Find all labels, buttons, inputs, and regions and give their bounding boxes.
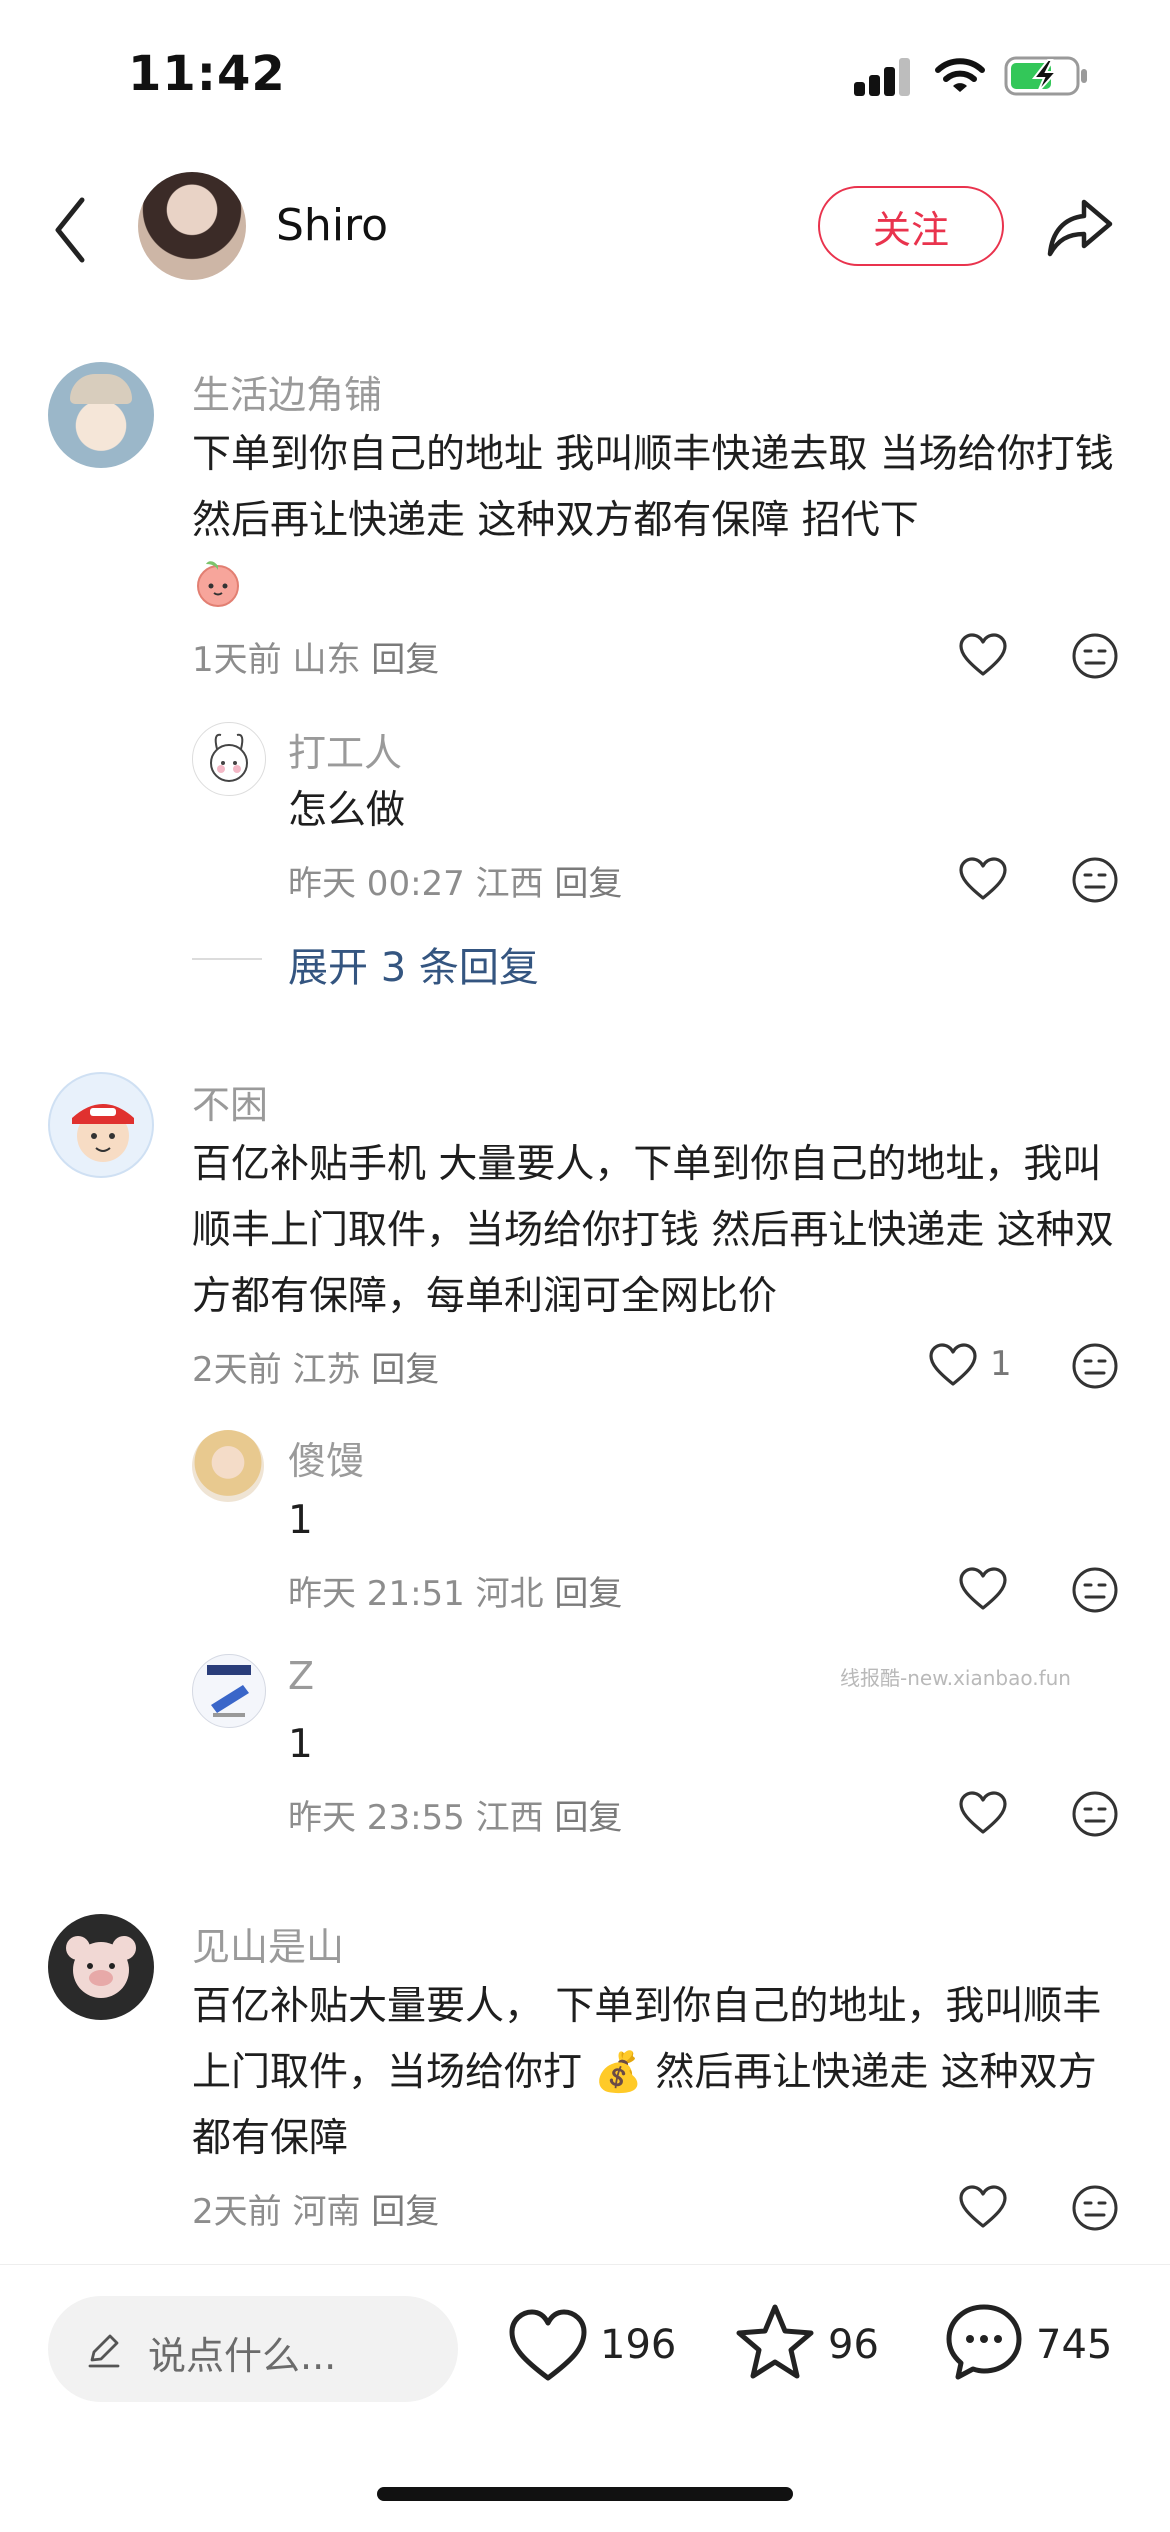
reply-avatar[interactable] — [192, 1430, 264, 1502]
comment-time: 2天前 — [192, 2192, 282, 2232]
meh-face-icon[interactable] — [1071, 856, 1119, 904]
reply-meta: 昨天 00:27 江西 回复 — [288, 856, 622, 905]
heart-icon[interactable] — [958, 2184, 1008, 2230]
meh-face-icon[interactable] — [1071, 632, 1119, 680]
signal-icon — [854, 58, 912, 96]
commenter-avatar[interactable] — [48, 1072, 154, 1178]
reply-button[interactable]: 回复 — [554, 1574, 622, 1614]
comment-time: 1天前 — [192, 640, 282, 680]
reply-avatar[interactable] — [192, 722, 266, 796]
reply-time: 昨天 23:55 — [288, 1798, 465, 1838]
post-star-count: 96 — [828, 2322, 879, 2368]
star-icon[interactable] — [734, 2302, 816, 2382]
post-comment-count: 745 — [1036, 2322, 1113, 2368]
comment-text[interactable]: 百亿补贴大量要人， 下单到你自己的地址，我叫顺丰上门取件，当场给你打 💰 然后再… — [192, 1974, 1122, 2172]
comment-location: 江苏 — [292, 1350, 361, 1390]
reply-button[interactable]: 回复 — [554, 864, 622, 904]
comment-location: 山东 — [292, 640, 361, 680]
reply-button[interactable]: 回复 — [371, 2192, 439, 2232]
meh-face-icon[interactable] — [1071, 1566, 1119, 1614]
comment-input-placeholder[interactable]: 说点什么... — [148, 2325, 336, 2380]
comment-meta: 1天前 山东 回复 — [192, 632, 439, 681]
reply-text[interactable]: 1 — [288, 1488, 313, 1554]
peach-emoji-icon — [197, 561, 239, 607]
wifi-icon — [935, 58, 985, 92]
watermark: 线报酷-new.xianbao.fun — [840, 1666, 1071, 1690]
reply-text[interactable]: 1 — [288, 1712, 313, 1778]
bottom-divider — [0, 2264, 1170, 2265]
post-like-count: 196 — [600, 2322, 677, 2368]
follow-button[interactable]: 关注 — [818, 186, 1004, 266]
reply-username[interactable]: Z — [288, 1654, 314, 1698]
comment-text[interactable]: 百亿补贴手机 大量要人，下单到你自己的地址，我叫顺丰上门取件，当场给你打钱 然后… — [192, 1132, 1122, 1330]
heart-icon[interactable] — [958, 856, 1008, 902]
comment-time: 2天前 — [192, 1350, 282, 1390]
reply-avatar[interactable] — [192, 1654, 266, 1728]
heart-icon[interactable] — [958, 632, 1008, 678]
comment-meta: 2天前 江苏 回复 — [192, 1342, 439, 1391]
comment-username[interactable]: 生活边角铺 — [192, 364, 382, 419]
reply-button[interactable]: 回复 — [371, 640, 439, 680]
comment-text[interactable]: 下单到你自己的地址 我叫顺丰快递去取 当场给你打钱 然后再让快递走 这种双方都有… — [192, 422, 1122, 554]
reply-meta: 昨天 21:51 河北 回复 — [288, 1566, 622, 1615]
meh-face-icon[interactable] — [1071, 1790, 1119, 1838]
meh-face-icon[interactable] — [1071, 1342, 1119, 1390]
reply-location: 河北 — [475, 1574, 544, 1614]
heart-icon[interactable] — [928, 1342, 978, 1388]
heart-icon[interactable] — [958, 1566, 1008, 1612]
author-name[interactable]: Shiro — [276, 200, 388, 251]
author-avatar[interactable] — [138, 172, 246, 280]
reply-username[interactable]: 傻馒 — [288, 1430, 364, 1485]
chat-icon[interactable] — [944, 2302, 1024, 2382]
reply-username[interactable]: 打工人 — [288, 722, 402, 777]
expand-replies-link[interactable]: 展开 3 条回复 — [288, 935, 539, 993]
reply-text[interactable]: 怎么做 — [288, 778, 405, 844]
commenter-avatar[interactable] — [48, 362, 154, 468]
commenter-avatar[interactable] — [48, 1914, 154, 2020]
comment-username[interactable]: 见山是山 — [192, 1916, 344, 1971]
reply-meta: 昨天 23:55 江西 回复 — [288, 1790, 622, 1839]
comment-username[interactable]: 不困 — [192, 1074, 268, 1129]
back-icon[interactable] — [46, 190, 96, 270]
comment-like-count: 1 — [990, 1344, 1012, 1384]
heart-icon[interactable] — [508, 2308, 588, 2384]
meh-face-icon[interactable] — [1071, 2184, 1119, 2232]
expand-divider — [192, 958, 262, 960]
reply-location: 江西 — [475, 864, 544, 904]
reply-location: 江西 — [475, 1798, 544, 1838]
comment-location: 河南 — [292, 2192, 361, 2232]
heart-icon[interactable] — [958, 1790, 1008, 1836]
reply-button[interactable]: 回复 — [554, 1798, 622, 1838]
status-time: 11:42 — [128, 46, 286, 102]
reply-button[interactable]: 回复 — [371, 1350, 439, 1390]
comment-meta: 2天前 河南 回复 — [192, 2184, 439, 2233]
pencil-icon — [88, 2334, 120, 2368]
battery-icon — [1004, 56, 1087, 96]
share-icon[interactable] — [1044, 192, 1116, 264]
reply-time: 昨天 21:51 — [288, 1574, 465, 1614]
reply-time: 昨天 00:27 — [288, 864, 465, 904]
home-indicator[interactable] — [377, 2487, 793, 2501]
